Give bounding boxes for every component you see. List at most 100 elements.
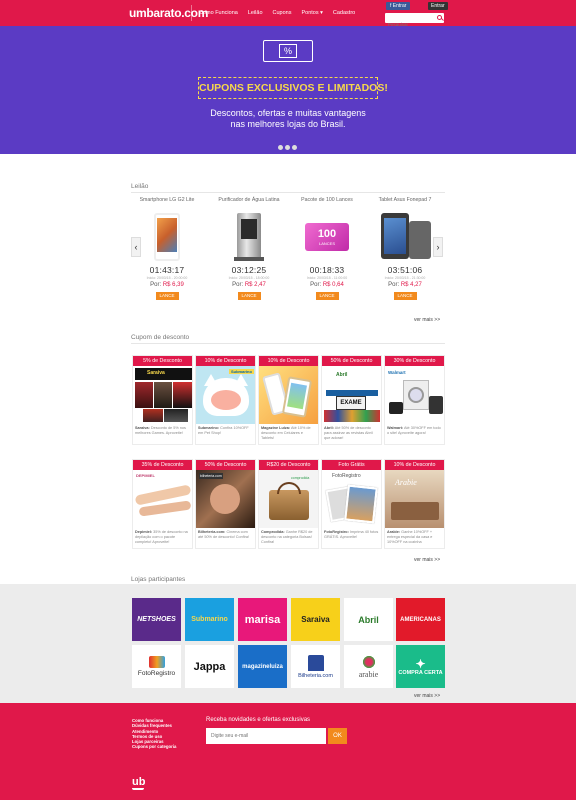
auction-item[interactable]: Tablet Asus Fonepad 7 03:51:06 Início: 2… xyxy=(369,197,441,300)
store-name: Saraiva xyxy=(301,615,330,624)
auction-price: Por: R$ 2,47 xyxy=(213,282,285,288)
coupon-description: FotoRegistro: Imprima 40 fotos GRÁTIS. A… xyxy=(322,528,381,542)
coupon-store-name: Depimiel: xyxy=(135,530,153,534)
photos-coupon-image[interactable]: FotoRegistro xyxy=(322,470,381,528)
coupon-store-name: Abril: xyxy=(324,426,334,430)
auction-product-name[interactable]: Purificador de Água Latina xyxy=(213,197,285,213)
newsletter-email-input[interactable] xyxy=(206,728,326,744)
price-value: R$ 0,64 xyxy=(322,282,344,288)
nav-leilao[interactable]: Leilão xyxy=(248,10,263,16)
footer: Como funciona Dúvidas frequentes Atendim… xyxy=(0,703,576,800)
coupon-card[interactable]: 35% de Desconto DEPIMIEL Depimiel: 35% d… xyxy=(132,459,193,549)
bid-button[interactable]: LANCE xyxy=(393,292,417,300)
login-button[interactable]: Entrar xyxy=(428,2,448,10)
coupon-description: Arabie: Ganhe 10%OFF + entrega especial … xyxy=(385,528,444,547)
hero-banner[interactable]: % CUPONS EXCLUSIVOS E LIMITADOS! Descont… xyxy=(0,26,576,154)
coupon-brand-logo: FotoRegistro xyxy=(332,473,361,479)
coupon-card[interactable]: 10% de Desconto Submarino Submarino: Con… xyxy=(195,355,256,445)
coupon-card[interactable]: Foto Grátis FotoRegistro FotoRegistro: I… xyxy=(321,459,382,549)
star-icon: ✦ xyxy=(415,656,426,671)
phones-coupon-image[interactable] xyxy=(259,366,318,424)
facebook-login-button[interactable]: f Entrar xyxy=(386,2,411,10)
coupon-brand-logo: Abril xyxy=(336,372,348,378)
coupon-store-name: Arabie: xyxy=(387,530,401,534)
store-logo-arabie[interactable]: arabie xyxy=(344,645,393,688)
auction-section-title: Leilão xyxy=(131,183,149,190)
auction-item[interactable]: Pacote de 100 Lances 100 LANCES 00:18:33… xyxy=(291,197,363,300)
bid-button[interactable]: LANCE xyxy=(237,292,261,300)
coupon-card[interactable]: R$20 de Desconto comprodida Comprodida: … xyxy=(258,459,319,549)
stores-more-link[interactable]: ver mais >> xyxy=(414,693,440,699)
store-logo-bilheteria[interactable]: Bilheteria.com xyxy=(291,645,340,688)
phone-product-image[interactable] xyxy=(150,213,184,261)
hero-subtitle: Descontos, ofertas e muitas vantagens na… xyxy=(188,108,388,130)
coupon-store-name: Bilheteria.com: xyxy=(198,530,226,534)
water-purifier-image[interactable] xyxy=(229,213,269,261)
store-logo-abril[interactable]: Abril xyxy=(344,598,393,641)
tablet-product-image[interactable] xyxy=(375,213,435,261)
auction-start-time: Início: 20/03/15 - 21:30:00 xyxy=(384,276,426,280)
coupon-description: Depimiel: 35% de desconto na depilação c… xyxy=(133,528,192,547)
store-name: arabie xyxy=(358,669,379,679)
games-coupon-image[interactable]: Saraiva xyxy=(133,366,192,424)
percent-icon: % xyxy=(279,44,297,58)
stores-section-title: Lojas participantes xyxy=(131,576,186,583)
coupon-card[interactable]: 5% de Desconto Saraiva Saraiva: Desconto… xyxy=(132,355,193,445)
footer-link[interactable]: Dúvidas frequentes xyxy=(132,723,176,728)
carousel-dots xyxy=(278,145,297,150)
bid-button[interactable]: LANCE xyxy=(155,292,179,300)
store-logo-fotoregistro[interactable]: FotoRegistro xyxy=(132,645,181,688)
newsletter-title: Receba novidades e ofertas exclusivas xyxy=(206,717,311,723)
coupon-more-link[interactable]: ver mais >> xyxy=(414,557,440,563)
bid-pack-image[interactable]: 100 LANCES xyxy=(305,213,349,261)
search-icon[interactable] xyxy=(437,15,442,20)
auction-item[interactable]: Purificador de Água Latina 03:12:25 Iníc… xyxy=(213,197,285,300)
newsletter-submit-button[interactable]: OK xyxy=(328,728,347,744)
auction-item[interactable]: Smartphone LG G2 Lite 01:43:17 Início: 2… xyxy=(131,197,203,300)
coupon-card[interactable]: 30% de Desconto Walmart Walmart: Até 30%… xyxy=(384,355,445,445)
auction-product-name[interactable]: Smartphone LG G2 Lite xyxy=(131,197,203,213)
coupon-brand-logo: Arabie xyxy=(395,478,417,487)
store-logo-americanas[interactable]: AMERICANAS xyxy=(396,598,445,641)
store-logo-submarino[interactable]: Submarino xyxy=(185,598,234,641)
nav-como-funciona[interactable]: Como Funciona xyxy=(199,10,238,16)
carousel-dot[interactable] xyxy=(278,145,283,150)
bid-button[interactable]: LANCE xyxy=(315,292,339,300)
footer-logo[interactable]: ub xyxy=(132,776,145,790)
nav-cadastro[interactable]: Cadastro xyxy=(333,10,355,16)
appliances-coupon-image[interactable]: Walmart xyxy=(385,366,444,424)
coupon-card[interactable]: 10% de Desconto Magazine Luiza: Até 10% … xyxy=(258,355,319,445)
auction-product-name[interactable]: Pacote de 100 Lances xyxy=(291,197,363,213)
store-logo-compracerta[interactable]: ✦ COMPRA CERTA xyxy=(396,645,445,688)
carousel-dot[interactable] xyxy=(292,145,297,150)
camera-icon xyxy=(148,656,165,668)
coupon-card[interactable]: 10% de Desconto Arabie Arabie: Ganhe 10%… xyxy=(384,459,445,549)
footer-link[interactable]: Cupons por categoria xyxy=(132,744,176,749)
auction-product-name[interactable]: Tablet Asus Fonepad 7 xyxy=(369,197,441,213)
site-logo[interactable]: umbarato.com xyxy=(129,6,208,20)
auction-more-link[interactable]: ver mais >> xyxy=(414,317,440,323)
auction-timer: 00:18:33 xyxy=(309,265,345,275)
coupon-discount-header: 35% de Desconto xyxy=(133,460,192,470)
coupon-description: Magazine Luiza: Até 10% de desconto em C… xyxy=(259,424,318,443)
cinema-coupon-image[interactable]: bilheteria.com xyxy=(196,470,255,528)
store-logo-magazineluiza[interactable]: magazineluiza xyxy=(238,645,287,688)
coupon-card[interactable]: 50% de Desconto Abril EXAME Abril: Até 5… xyxy=(321,355,382,445)
price-label: Por: xyxy=(150,282,162,288)
nav-pontos[interactable]: Pontos ▾ xyxy=(301,10,322,16)
store-logo-saraiva[interactable]: Saraiva xyxy=(291,598,340,641)
magazines-coupon-image[interactable]: Abril EXAME xyxy=(322,366,381,424)
footer-links: Como funciona Dúvidas frequentes Atendim… xyxy=(132,718,176,750)
pet-shop-coupon-image[interactable]: Submarino xyxy=(196,366,255,424)
store-logo-jappa[interactable]: Jappa xyxy=(185,645,234,688)
home-coupon-image[interactable]: Arabie xyxy=(385,470,444,528)
coupon-card[interactable]: 50% de Desconto bilheteria.com Bilheteri… xyxy=(195,459,256,549)
store-logo-netshoes[interactable]: NETSHOES xyxy=(132,598,181,641)
nav-cupons[interactable]: Cupons xyxy=(273,10,292,16)
depilation-coupon-image[interactable]: DEPIMIEL xyxy=(133,470,192,528)
store-logo-marisa[interactable]: marisa xyxy=(238,598,287,641)
price-label: Por: xyxy=(232,282,244,288)
bags-coupon-image[interactable]: comprodida xyxy=(259,470,318,528)
bid-pack-number: 100 xyxy=(317,228,337,240)
carousel-dot[interactable] xyxy=(285,145,290,150)
